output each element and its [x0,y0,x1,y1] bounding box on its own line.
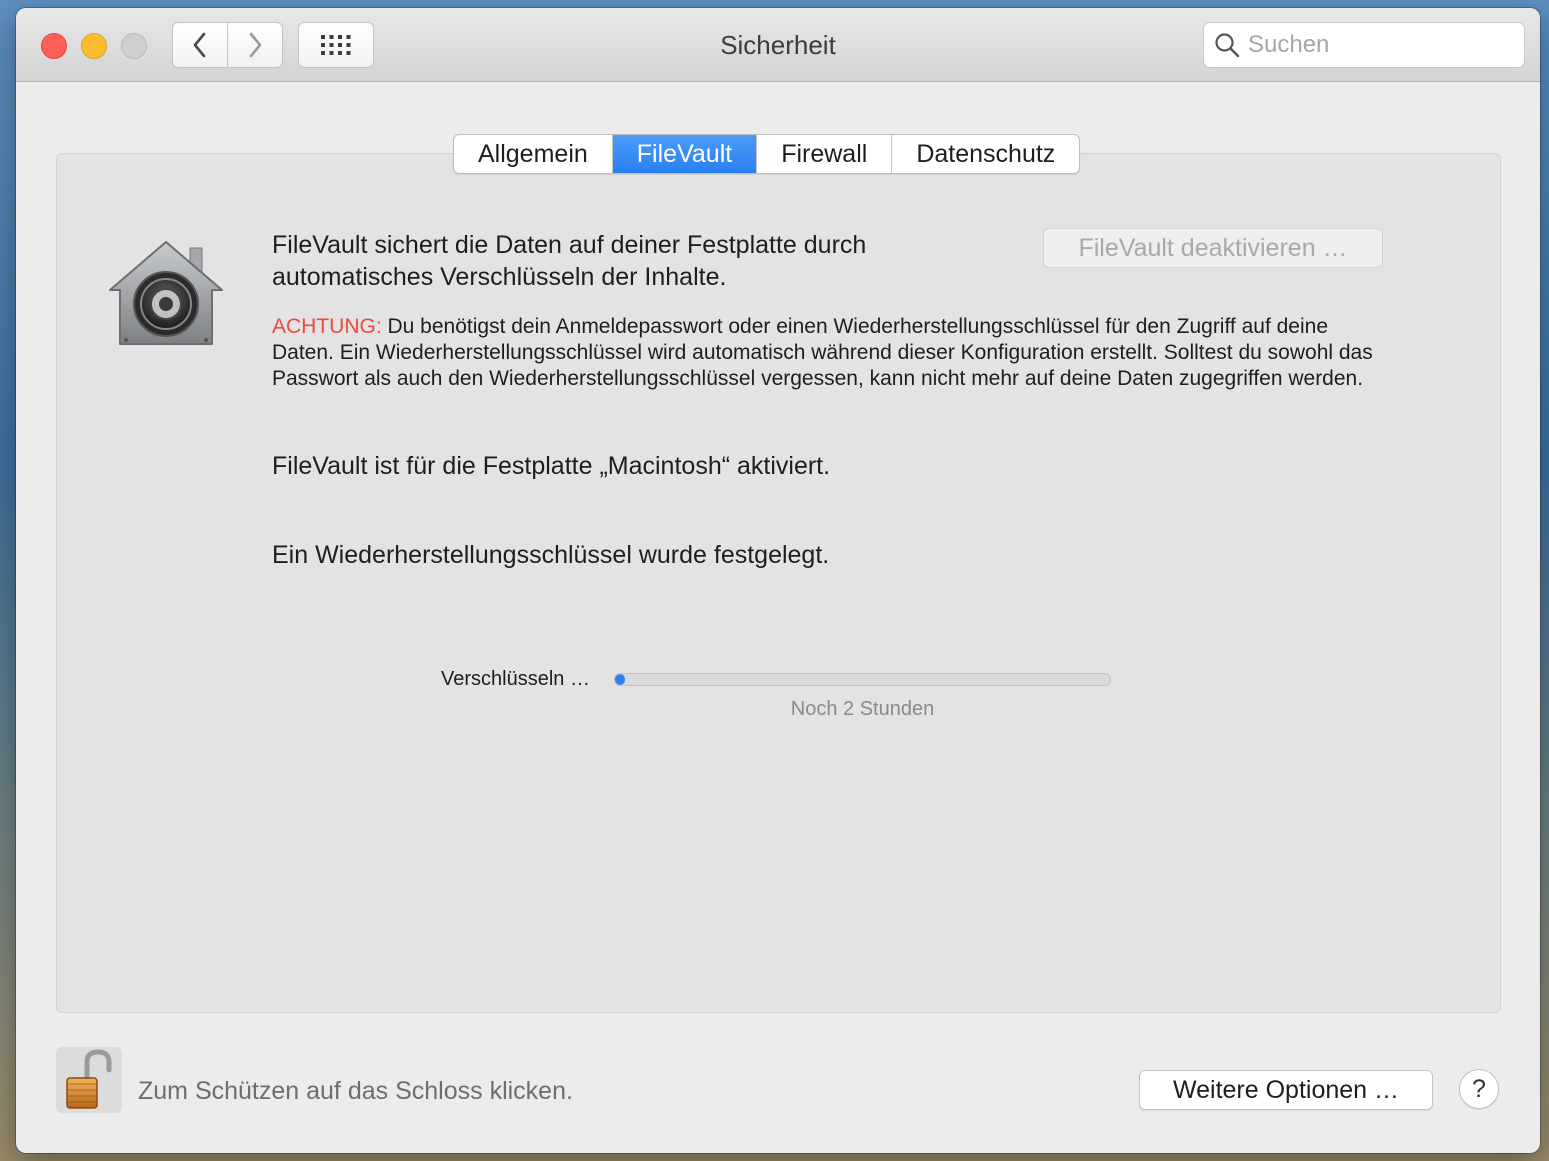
more-options-button[interactable]: Weitere Optionen … [1139,1070,1433,1110]
search-field[interactable] [1203,22,1525,68]
tab-datenschutz[interactable]: Datenschutz [892,135,1079,173]
time-remaining: Noch 2 Stunden [790,698,935,720]
warning-text: ACHTUNG: Du benötigst dein Anmeldepasswo… [272,314,1382,392]
titlebar: Sicherheit [16,8,1540,82]
help-button[interactable]: ? [1459,1069,1499,1109]
tab-filevault[interactable]: FileVault [612,135,758,173]
filevault-house-vault-icon [109,241,223,345]
search-input[interactable] [1248,31,1508,59]
encryption-progress-bar [614,673,1111,686]
progress-fill [615,674,625,685]
deactivate-filevault-button[interactable]: FileVault deaktivieren … [1043,228,1383,268]
unlocked-padlock-icon [66,1049,112,1109]
warning-label: ACHTUNG: [272,315,382,338]
warning-body: Du benötigst dein Anmeldepasswort oder e… [272,315,1373,390]
lock-hint-label: Zum Schützen auf das Schloss klicken. [138,1077,573,1105]
tab-firewall[interactable]: Firewall [757,135,893,173]
tab-bar: Allgemein FileVault Firewall Datenschutz [453,134,1081,174]
encrypting-label: Verschlüsseln … [441,668,590,690]
filevault-enabled-status: FileVault ist für die Festplatte „Macint… [272,452,831,480]
preferences-window: Sicherheit Allgemein FileVault Firewall … [16,8,1540,1153]
lock-button[interactable] [56,1047,122,1113]
filevault-description: FileVault sichert die Daten auf deiner F… [272,231,867,291]
magnifier-icon [1215,33,1240,58]
recovery-key-status: Ein Wiederherstellungsschlüssel wurde fe… [272,541,830,569]
tab-allgemein[interactable]: Allgemein [454,135,613,173]
